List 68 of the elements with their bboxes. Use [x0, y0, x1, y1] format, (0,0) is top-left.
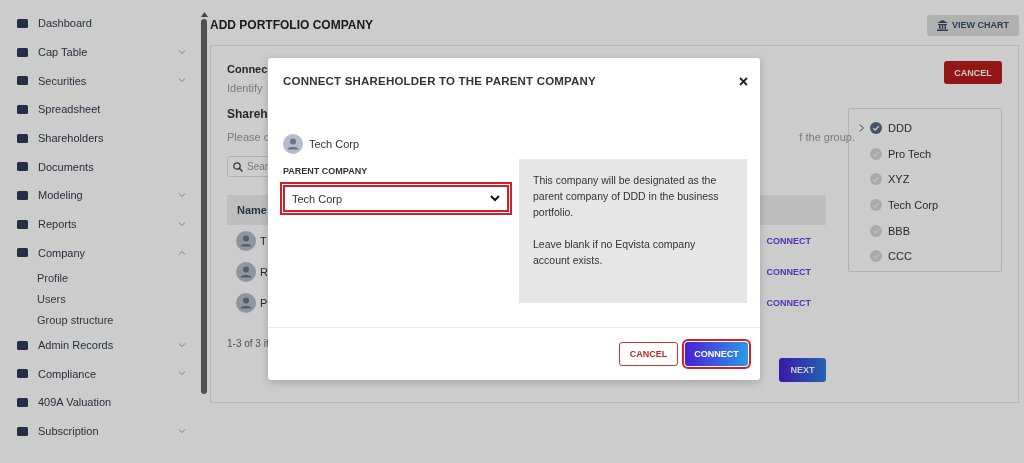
- square-icon: [17, 425, 28, 437]
- connect-link[interactable]: CONNECT: [766, 235, 811, 246]
- square-icon: [17, 189, 28, 201]
- sidebar-item[interactable]: Subscription: [0, 416, 200, 446]
- connect-link[interactable]: CONNECT: [766, 266, 811, 277]
- avatar-icon: [236, 261, 256, 282]
- sidebar-item[interactable]: Cap Table: [0, 37, 200, 67]
- bank-icon: [937, 19, 948, 31]
- scroll-up-icon[interactable]: [200, 12, 208, 17]
- avatar-icon: [236, 230, 256, 251]
- shareholder-name: T: [260, 234, 267, 247]
- column-header: Name: [237, 204, 267, 216]
- tree-item[interactable]: CCC: [859, 243, 1001, 270]
- sidebar-item[interactable]: Admin Records: [0, 330, 200, 360]
- shareholder-name: R: [260, 265, 268, 278]
- info-text: This company will be designated as the parent company of DDD in the business portfolio.: [533, 173, 720, 220]
- square-icon: [17, 396, 28, 408]
- sidebar-item[interactable]: Modeling: [0, 181, 200, 210]
- connect-link[interactable]: CONNECT: [766, 297, 811, 308]
- sidebar-subitem[interactable]: Profile: [0, 267, 200, 289]
- tree-item[interactable]: Pro Tech: [859, 140, 1001, 167]
- sidebar-subitem[interactable]: Group structure: [0, 309, 200, 331]
- tree-item[interactable]: BBB: [859, 217, 1001, 244]
- info-text: Leave blank if no Eqvista company account exists.: [533, 237, 697, 268]
- subsection-hint: f the group.: [799, 131, 855, 145]
- avatar-icon: [236, 292, 256, 313]
- square-icon: [17, 247, 28, 259]
- view-chart-button[interactable]: VIEW CHART: [927, 14, 1019, 36]
- sidebar-item[interactable]: Documents: [0, 152, 200, 182]
- sidebar-item[interactable]: Company: [0, 238, 200, 268]
- page-title: ADD PORTFOLIO COMPANY: [210, 18, 374, 32]
- square-icon: [17, 17, 28, 29]
- square-icon: [17, 132, 28, 144]
- parent-company-select[interactable]: Tech Corp: [283, 185, 509, 212]
- square-icon: [17, 368, 28, 380]
- sidebar-subitem[interactable]: Users: [0, 288, 200, 310]
- next-button[interactable]: NEXT: [779, 358, 826, 382]
- square-icon: [17, 75, 28, 87]
- square-icon: [17, 161, 28, 173]
- square-icon: [17, 46, 28, 58]
- avatar-icon: [283, 134, 303, 154]
- cancel-button[interactable]: CANCEL: [619, 342, 678, 366]
- sidebar-item[interactable]: Reports: [0, 209, 200, 239]
- sidebar-item[interactable]: 409A Valuation: [0, 388, 200, 417]
- tree-item[interactable]: Tech Corp: [859, 192, 1001, 218]
- square-icon: [17, 339, 28, 351]
- subsection-title: Shareh: [227, 107, 268, 123]
- cancel-button[interactable]: CANCEL: [944, 61, 1002, 84]
- sidebar-item[interactable]: Dashboard: [0, 9, 200, 38]
- sidebar-item[interactable]: Securities: [0, 66, 200, 96]
- section-title: Connec: [227, 63, 268, 77]
- search-icon: [233, 161, 243, 172]
- close-button[interactable]: [739, 76, 748, 86]
- tree-item[interactable]: DDD: [859, 115, 1001, 141]
- tree-item[interactable]: XYZ: [859, 166, 1001, 193]
- square-icon: [17, 103, 28, 115]
- field-label: PARENT COMPANY: [283, 166, 369, 176]
- chevron-down-icon: [490, 195, 500, 202]
- sidebar-item[interactable]: Compliance: [0, 359, 200, 389]
- shareholder-name: P: [260, 296, 268, 309]
- square-icon: [17, 218, 28, 230]
- scrollbar-thumb[interactable]: [201, 19, 207, 394]
- sidebar-item[interactable]: Shareholders: [0, 123, 200, 153]
- connect-button[interactable]: CONNECT: [685, 342, 748, 366]
- shareholder-name: Tech Corp: [309, 138, 360, 150]
- sidebar-item[interactable]: Spreadsheet: [0, 95, 200, 124]
- section-hint: Identify: [227, 82, 263, 96]
- modal-title: CONNECT SHAREHOLDER TO THE PARENT COMPANY: [283, 75, 596, 87]
